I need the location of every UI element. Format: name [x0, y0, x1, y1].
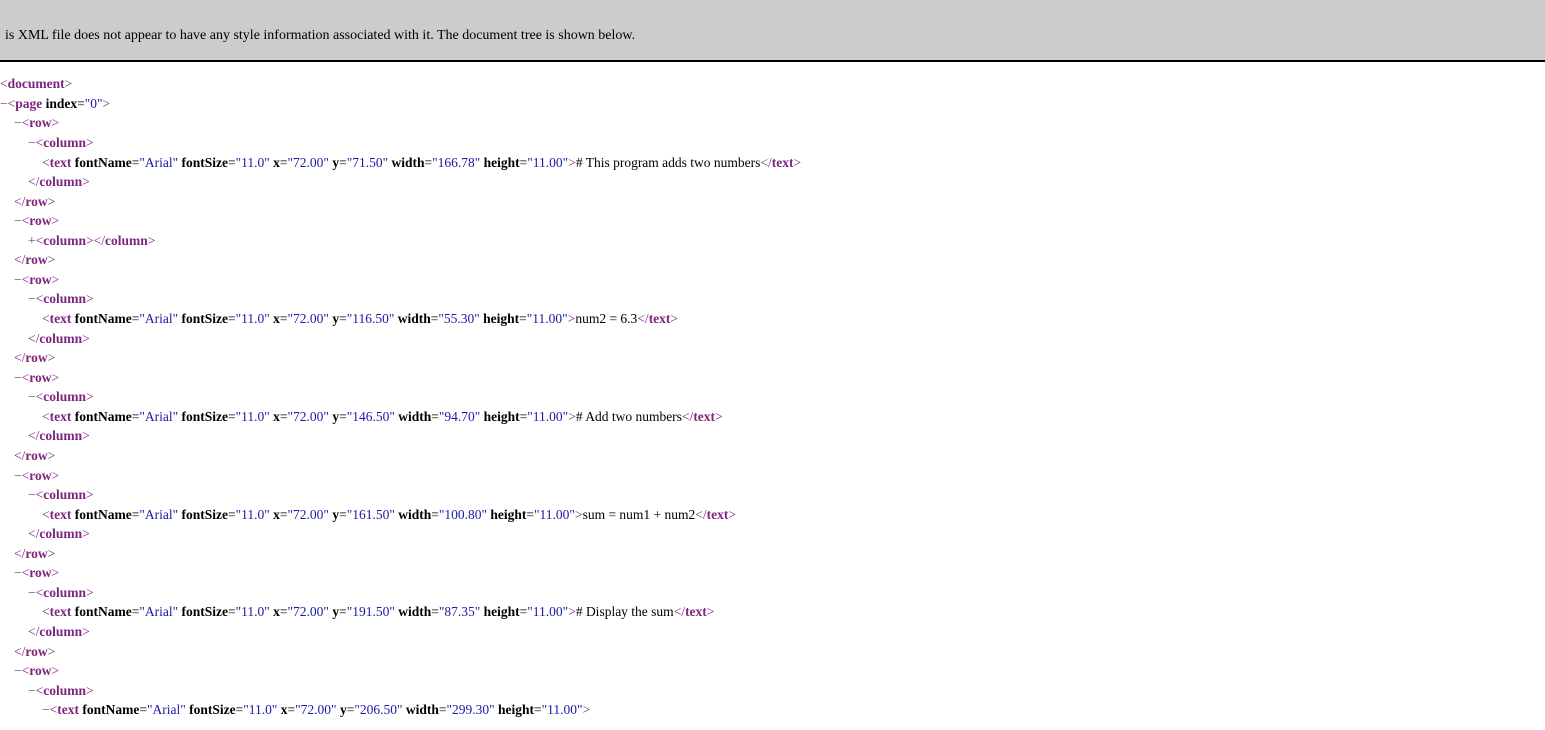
- tag-column-open[interactable]: −<column>: [0, 583, 1545, 603]
- toggle-icon[interactable]: −: [28, 291, 36, 306]
- tag-row-close[interactable]: </row>: [0, 446, 1545, 466]
- tag-row-close[interactable]: </row>: [0, 192, 1545, 212]
- tag-row-close[interactable]: </row>: [0, 250, 1545, 270]
- tag-row-open[interactable]: −<row>: [0, 211, 1545, 231]
- tag-page-open[interactable]: −<page index="0">: [0, 94, 1545, 114]
- tag-text[interactable]: <text fontName="Arial" fontSize="11.0" x…: [0, 309, 1545, 329]
- tag-column-empty[interactable]: +<column></column>: [0, 231, 1545, 251]
- tag-column-open[interactable]: −<column>: [0, 387, 1545, 407]
- toggle-icon[interactable]: −: [14, 663, 22, 678]
- tag-text[interactable]: <text fontName="Arial" fontSize="11.0" x…: [0, 505, 1545, 525]
- banner-message: is XML file does not appear to have any …: [0, 4, 1545, 46]
- toggle-icon[interactable]: +: [28, 233, 36, 248]
- toggle-icon[interactable]: −: [14, 370, 22, 385]
- xml-tree: <document>−<page index="0">−<row>−<colum…: [0, 74, 1545, 720]
- tag-column-close[interactable]: </column>: [0, 426, 1545, 446]
- toggle-icon[interactable]: −: [28, 585, 36, 600]
- tag-text[interactable]: <text fontName="Arial" fontSize="11.0" x…: [0, 602, 1545, 622]
- tag-column-close[interactable]: </column>: [0, 524, 1545, 544]
- toggle-icon[interactable]: −: [14, 565, 22, 580]
- xml-no-style-banner: is XML file does not appear to have any …: [0, 0, 1545, 62]
- toggle-icon[interactable]: −: [14, 468, 22, 483]
- toggle-icon[interactable]: −: [14, 272, 22, 287]
- tag-column-open[interactable]: −<column>: [0, 289, 1545, 309]
- tag-row-open[interactable]: −<row>: [0, 563, 1545, 583]
- tag-text[interactable]: <text fontName="Arial" fontSize="11.0" x…: [0, 407, 1545, 427]
- tag-column-open[interactable]: −<column>: [0, 133, 1545, 153]
- tag-row-close[interactable]: </row>: [0, 544, 1545, 564]
- tag-row-open[interactable]: −<row>: [0, 368, 1545, 388]
- toggle-icon[interactable]: −: [28, 389, 36, 404]
- toggle-icon[interactable]: −: [42, 702, 50, 717]
- tag-document-open[interactable]: <document>: [0, 74, 1545, 94]
- tag-column-close[interactable]: </column>: [0, 172, 1545, 192]
- toggle-icon[interactable]: −: [28, 683, 36, 698]
- tag-column-close[interactable]: </column>: [0, 329, 1545, 349]
- tag-text[interactable]: <text fontName="Arial" fontSize="11.0" x…: [0, 153, 1545, 173]
- toggle-icon[interactable]: −: [0, 96, 8, 111]
- tag-row-open[interactable]: −<row>: [0, 270, 1545, 290]
- tag-row-open[interactable]: −<row>: [0, 466, 1545, 486]
- tag-row-open[interactable]: −<row>: [0, 113, 1545, 133]
- tag-text-open[interactable]: −<text fontName="Arial" fontSize="11.0" …: [0, 700, 1545, 720]
- tag-column-open[interactable]: −<column>: [0, 485, 1545, 505]
- toggle-icon[interactable]: −: [28, 135, 36, 150]
- tag-column-close[interactable]: </column>: [0, 622, 1545, 642]
- tag-column-open[interactable]: −<column>: [0, 681, 1545, 701]
- toggle-icon[interactable]: −: [14, 213, 22, 228]
- tag-row-close[interactable]: </row>: [0, 642, 1545, 662]
- tag-row-close[interactable]: </row>: [0, 348, 1545, 368]
- toggle-icon[interactable]: −: [14, 115, 22, 130]
- tag-row-open[interactable]: −<row>: [0, 661, 1545, 681]
- toggle-icon[interactable]: −: [28, 487, 36, 502]
